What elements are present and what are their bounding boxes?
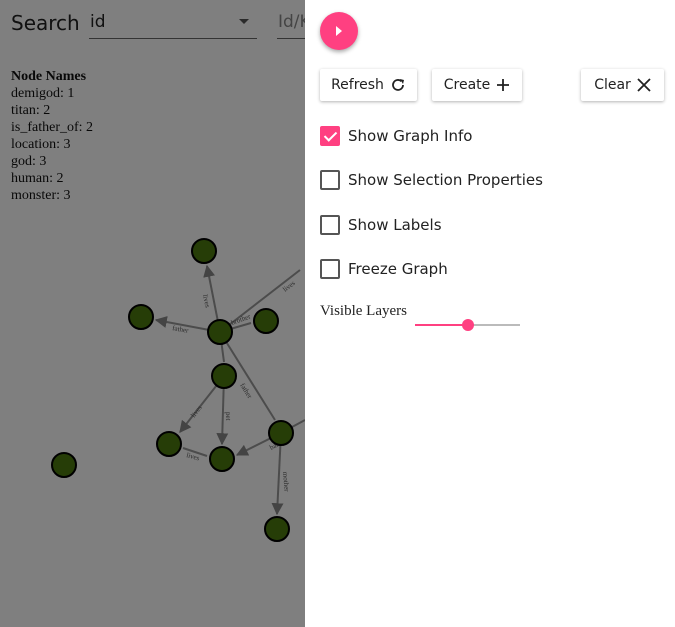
freeze-graph-checkbox[interactable]: Freeze Graph <box>320 259 448 279</box>
show-selection-properties-checkbox[interactable]: Show Selection Properties <box>320 170 543 190</box>
create-label: Create <box>443 77 491 93</box>
checkbox-label: Freeze Graph <box>348 260 448 278</box>
visible-layers-slider[interactable] <box>415 318 520 332</box>
refresh-button[interactable]: Refresh <box>320 69 417 101</box>
close-icon <box>637 78 651 92</box>
toggle-drawer-button[interactable] <box>320 12 358 50</box>
slider-fill <box>415 324 468 326</box>
visible-layers-label: Visible Layers <box>320 303 407 319</box>
settings-panel: Refresh Create Clear Show Graph Info Sho… <box>305 0 675 627</box>
checkbox-unchecked-icon[interactable] <box>320 170 340 190</box>
clear-button[interactable]: Clear <box>581 69 664 101</box>
checkbox-unchecked-icon[interactable] <box>320 259 340 279</box>
play-arrow-icon <box>336 26 342 36</box>
checkbox-checked-icon[interactable] <box>320 126 340 146</box>
checkbox-unchecked-icon[interactable] <box>320 215 340 235</box>
show-graph-info-checkbox[interactable]: Show Graph Info <box>320 126 472 146</box>
slider-thumb[interactable] <box>461 319 474 331</box>
create-button[interactable]: Create <box>432 69 522 101</box>
checkbox-label: Show Graph Info <box>348 127 473 145</box>
plus-icon <box>497 79 510 91</box>
checkbox-label: Show Selection Properties <box>348 171 543 189</box>
clear-label: Clear <box>594 77 631 93</box>
refresh-icon <box>392 79 404 91</box>
show-labels-checkbox[interactable]: Show Labels <box>320 215 442 235</box>
drawer-backdrop[interactable] <box>0 0 305 627</box>
refresh-label: Refresh <box>331 77 384 93</box>
checkbox-label: Show Labels <box>348 216 442 234</box>
